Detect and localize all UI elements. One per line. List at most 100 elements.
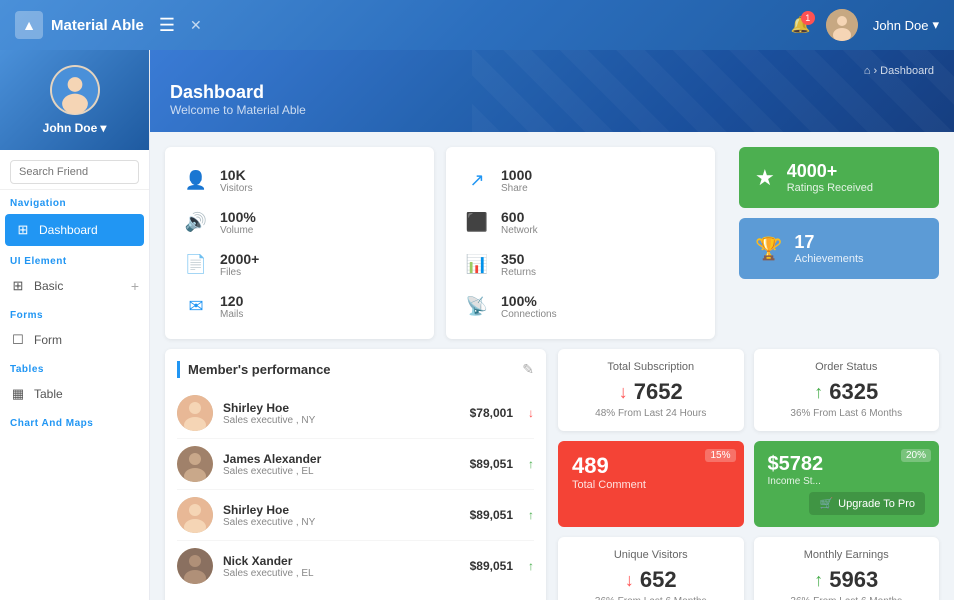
breadcrumb-separator: ›	[873, 65, 877, 77]
breadcrumb-current: Dashboard	[880, 65, 934, 77]
sidebar-username[interactable]: John Doe ▾	[10, 121, 139, 135]
basic-expand-icon: +	[131, 278, 139, 294]
comment-label: Total Comment	[572, 479, 730, 491]
earnings-arrow-icon: ↑	[814, 570, 823, 591]
sidebar-item-dashboard[interactable]: ⊞ Dashboard	[5, 214, 144, 246]
perf-avatar-3	[177, 497, 213, 533]
order-status-box: Order Status ↑ 6325 36% From Last 6 Mont…	[754, 349, 940, 431]
stats-card-1: 👤 10K Visitors 🔊 100% Volume 📄	[165, 147, 434, 339]
stat-connections: 📡 100% Connections	[461, 285, 581, 327]
search-input[interactable]	[10, 160, 139, 184]
perf-amount-1: $78,001	[470, 406, 513, 420]
perf-role-1: Sales executive , NY	[223, 415, 460, 426]
edit-icon[interactable]: ✎	[522, 361, 534, 378]
stats-grid: 👤 10K Visitors 🔊 100% Volume 📄	[150, 132, 954, 349]
home-icon: ⌂	[864, 65, 871, 77]
perf-amount-2: $89,051	[470, 457, 513, 471]
nav-section-label: Navigation	[0, 190, 149, 212]
ratings-card[interactable]: ★ 4000+ Ratings Received	[739, 147, 939, 208]
perf-role-4: Sales executive , EL	[223, 568, 460, 579]
navbar-logo: ▲ Material Able	[15, 11, 144, 39]
visitors-sub: 36% From Last 6 Months	[574, 596, 728, 600]
trend-icon-2: ↑	[528, 457, 534, 471]
visitors-icon: 👤	[180, 164, 212, 196]
perf-title: Member's performance	[188, 362, 331, 377]
visitors-earnings-row: Unique Visitors ↓ 652 36% From Last 6 Mo…	[558, 537, 939, 600]
perf-avatar-1	[177, 395, 213, 431]
comment-badge: 15%	[705, 449, 735, 462]
achievements-value: 17	[794, 232, 863, 253]
subscription-value: ↓ 7652	[574, 379, 728, 405]
perf-name-4: Nick Xander	[223, 554, 460, 568]
logo-icon: ▲	[15, 11, 43, 39]
perf-row-2: James Alexander Sales executive , EL $89…	[177, 439, 534, 490]
breadcrumb: ⌂ › Dashboard	[170, 65, 934, 77]
perf-row-4: Nick Xander Sales executive , EL $89,051…	[177, 541, 534, 591]
stats-card-2: ↗ 1000 Share ⬛ 600 Network 📊	[446, 147, 715, 339]
share-label: Share	[501, 183, 532, 194]
ratings-value: 4000+	[787, 161, 873, 182]
trend-icon-1: ↓	[528, 406, 534, 420]
stat-mails: ✉ 120 Mails	[180, 285, 300, 327]
stat-share: ↗ 1000 Share	[461, 159, 581, 201]
charts-section-label: Chart And Maps	[0, 410, 149, 432]
order-value: ↑ 6325	[770, 379, 924, 405]
stat-files: 📄 2000+ Files	[180, 243, 300, 285]
sidebar-item-basic[interactable]: ⊞ Basic +	[0, 270, 149, 302]
performance-card: Member's performance ✎ Shirley Hoe Sales…	[165, 349, 546, 600]
table-label: Table	[34, 387, 63, 401]
subscription-label: Total Subscription	[574, 361, 728, 373]
stat-network: ⬛ 600 Network	[461, 201, 581, 243]
upgrade-button[interactable]: 🛒 Upgrade To Pro	[809, 492, 925, 515]
ui-section-label: UI Element	[0, 248, 149, 270]
connections-icon: 📡	[461, 290, 493, 322]
user-avatar	[826, 9, 858, 41]
earnings-sub: 36% From Last 6 Months	[770, 596, 924, 600]
achievements-icon: 🏆	[755, 236, 782, 262]
user-name-nav[interactable]: John Doe ▾	[873, 17, 939, 33]
achievements-card[interactable]: 🏆 17 Achievements	[739, 218, 939, 279]
content-area: ⌂ › Dashboard Dashboard Welcome to Mater…	[150, 50, 954, 600]
mails-icon: ✉	[180, 290, 212, 322]
menu-icon[interactable]: ☰	[159, 15, 175, 36]
close-icon[interactable]: ✕	[190, 17, 202, 34]
cart-icon: 🛒	[819, 497, 833, 510]
sidebar-search	[0, 150, 149, 190]
comment-income-row: 15% 489 Total Comment 20% $5782 Income S…	[558, 441, 939, 527]
table-icon: ▦	[10, 386, 26, 402]
order-arrow-icon: ↑	[814, 382, 823, 403]
subscription-order-row: Total Subscription ↓ 7652 48% From Last …	[558, 349, 939, 431]
perf-amount-4: $89,051	[470, 559, 513, 573]
share-icon: ↗	[461, 164, 493, 196]
stat-visitors: 👤 10K Visitors	[180, 159, 300, 201]
sidebar: John Doe ▾ Navigation ⊞ Dashboard UI Ele…	[0, 50, 150, 600]
achievements-label: Achievements	[794, 253, 863, 265]
sidebar-item-form[interactable]: ☐ Form	[0, 324, 149, 356]
sidebar-item-table[interactable]: ▦ Table	[0, 378, 149, 410]
perf-name-1: Shirley Hoe	[223, 401, 460, 415]
visitors-arrow-icon: ↓	[625, 570, 634, 591]
visitors-label-b: Unique Visitors	[574, 549, 728, 561]
files-icon: 📄	[180, 248, 212, 280]
visitors-value: 10K	[220, 167, 253, 183]
perf-role-3: Sales executive , NY	[223, 517, 460, 528]
returns-value: 350	[501, 251, 536, 267]
stat-returns: 📊 350 Returns	[461, 243, 581, 285]
basic-label: Basic	[34, 279, 63, 293]
returns-icon: 📊	[461, 248, 493, 280]
sidebar-avatar	[50, 65, 100, 115]
network-label: Network	[501, 225, 538, 236]
perf-row-3: Shirley Hoe Sales executive , NY $89,051…	[177, 490, 534, 541]
tables-section-label: Tables	[0, 356, 149, 378]
visitors-box: Unique Visitors ↓ 652 36% From Last 6 Mo…	[558, 537, 744, 600]
mails-value: 120	[220, 293, 243, 309]
main-wrapper: John Doe ▾ Navigation ⊞ Dashboard UI Ele…	[0, 50, 954, 600]
volume-label: Volume	[220, 225, 256, 236]
basic-icon: ⊞	[10, 278, 26, 294]
subscription-sub: 48% From Last 24 Hours	[574, 408, 728, 419]
visitors-value-b: ↓ 652	[574, 567, 728, 593]
dashboard-label: Dashboard	[39, 223, 98, 237]
notification-icon[interactable]: 🔔 1	[791, 15, 811, 35]
trend-icon-4: ↑	[528, 559, 534, 573]
stat-volume: 🔊 100% Volume	[180, 201, 300, 243]
